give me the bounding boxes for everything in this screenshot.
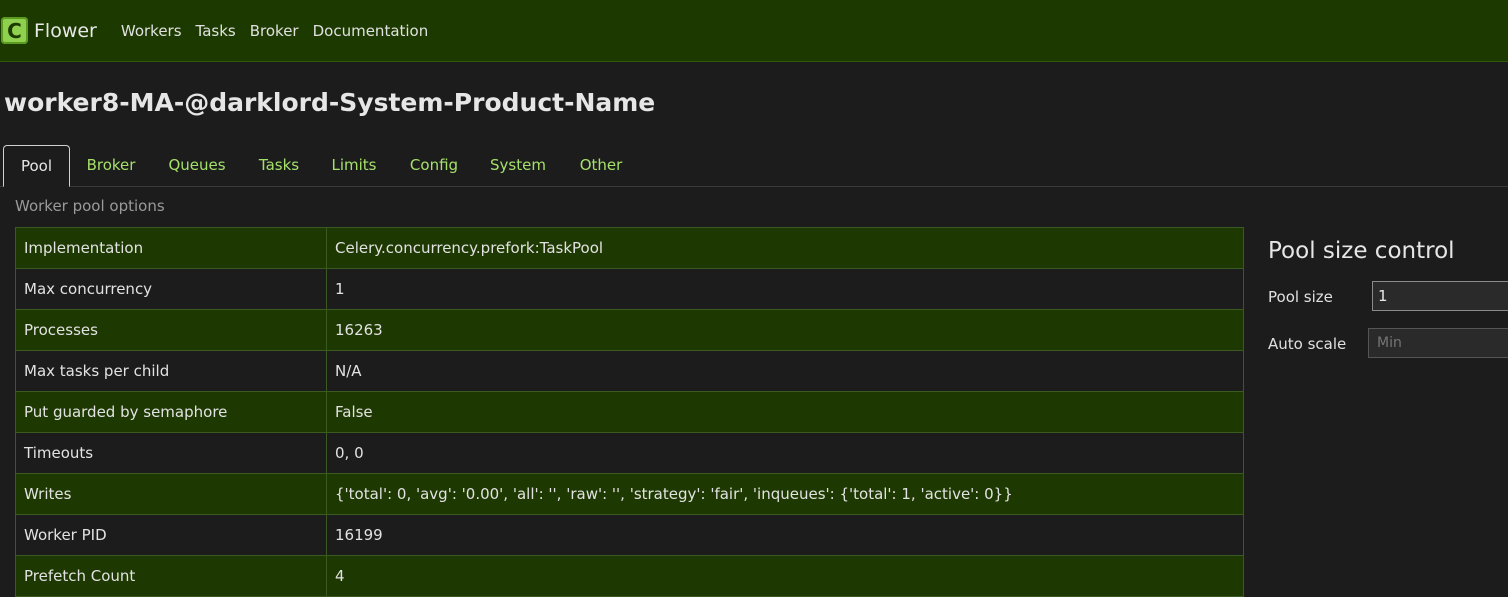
tab-tasks[interactable]: Tasks [249,145,309,187]
pool-size-control-title: Pool size control [1268,238,1455,264]
pool-size-row: Pool size Auto scale [1268,278,1508,358]
pool-size-label: Pool size [1268,288,1333,306]
tab-limits[interactable]: Limits [323,145,385,187]
option-value: Celery.concurrency.prefork:TaskPool [326,227,1244,269]
option-key: Timeouts [15,432,327,474]
nav-workers[interactable]: Workers [121,22,182,40]
option-value: {'total': 0, 'avg': '0.00', 'all': '', '… [326,473,1244,515]
tab-bar: Pool Broker Queues Tasks Limits Config S… [0,145,1508,187]
option-key: Worker PID [15,514,327,556]
nav-documentation[interactable]: Documentation [313,22,429,40]
option-key: Implementation [15,227,327,269]
pool-size-input[interactable] [1372,281,1508,311]
option-value: 1 [326,268,1244,310]
option-value: 16263 [326,309,1244,351]
table-row: Writes {'total': 0, 'avg': '0.00', 'all'… [15,473,1244,515]
option-key: Max concurrency [15,268,327,310]
table-row: Put guarded by semaphore False [15,391,1244,433]
brand[interactable]: C Flower [0,17,97,44]
table-row: Max tasks per child N/A [15,350,1244,392]
option-key: Put guarded by semaphore [15,391,327,433]
tab-config[interactable]: Config [401,145,467,187]
section-label: Worker pool options [15,197,165,215]
option-value: 0, 0 [326,432,1244,474]
nav-broker[interactable]: Broker [250,22,299,40]
celery-logo-icon: C [1,17,28,44]
autoscale-min-input[interactable] [1368,328,1508,358]
option-value: 16199 [326,514,1244,556]
navbar: C Flower Workers Tasks Broker Documentat… [0,0,1508,62]
nav-tasks[interactable]: Tasks [196,22,236,40]
option-value: False [326,391,1244,433]
tab-pool[interactable]: Pool [3,145,70,187]
tab-queues[interactable]: Queues [160,145,234,187]
tab-broker[interactable]: Broker [77,145,145,187]
option-key: Max tasks per child [15,350,327,392]
pool-options-table: Implementation Celery.concurrency.prefor… [15,227,1244,597]
option-key: Writes [15,473,327,515]
page-title: worker8-MA-@darklord-System-Product-Name [4,88,656,117]
option-key: Processes [15,309,327,351]
tab-system[interactable]: System [482,145,554,187]
pool-size-control: Pool size control Pool size Auto scale [1268,238,1508,358]
table-row: Max concurrency 1 [15,268,1244,310]
tab-other[interactable]: Other [570,145,632,187]
option-value: N/A [326,350,1244,392]
option-value: 4 [326,555,1244,597]
option-key: Prefetch Count [15,555,327,597]
table-row: Timeouts 0, 0 [15,432,1244,474]
table-row: Processes 16263 [15,309,1244,351]
brand-name: Flower [34,19,97,42]
table-row: Implementation Celery.concurrency.prefor… [15,227,1244,269]
table-row: Worker PID 16199 [15,514,1244,556]
auto-scale-label: Auto scale [1268,335,1347,353]
table-row: Prefetch Count 4 [15,555,1244,597]
